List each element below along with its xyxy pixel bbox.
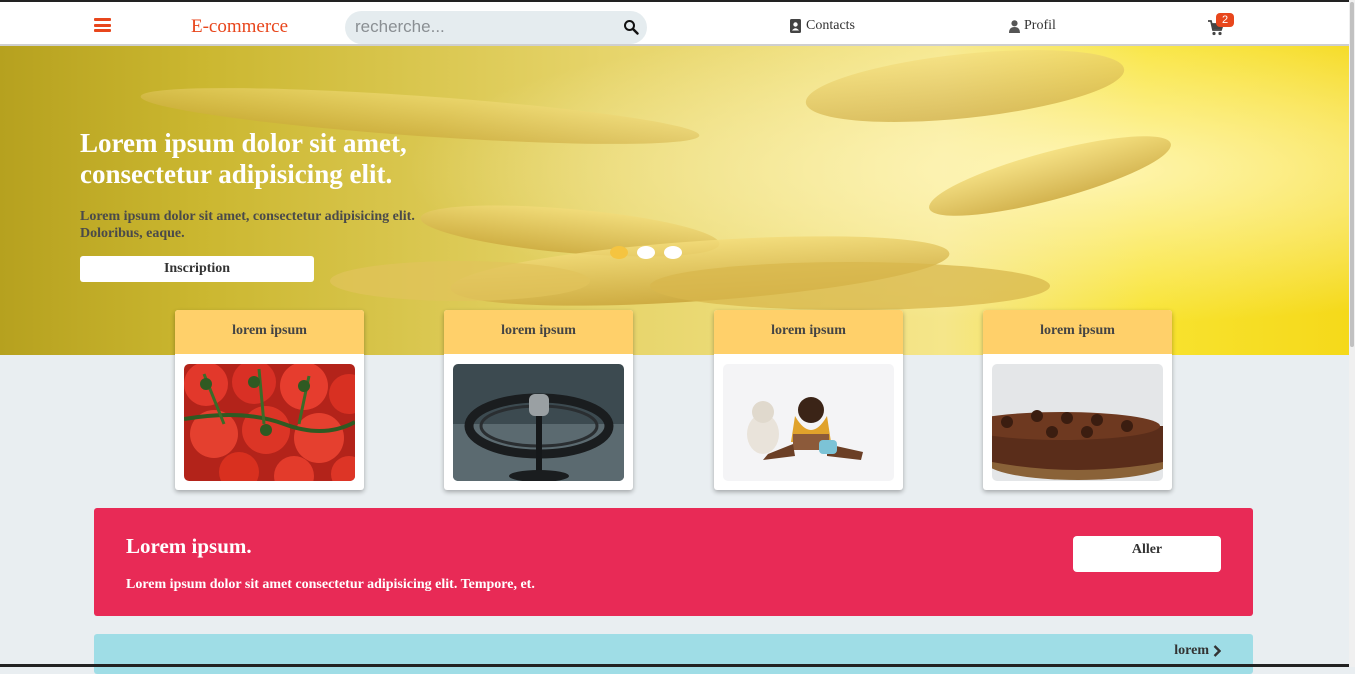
card-title: lorem ipsum [983, 310, 1172, 354]
contacts-label: Contacts [806, 18, 855, 33]
carousel-dot-3[interactable] [664, 246, 682, 259]
hero-subtitle: Lorem ipsum dolor sit amet, consectetur … [80, 209, 415, 241]
promo-text: Lorem ipsum dolor sit amet consectetur a… [126, 577, 535, 592]
lorem-link[interactable]: lorem [1174, 643, 1221, 659]
scrollbar-thumb[interactable] [1350, 2, 1354, 347]
card-title: lorem ipsum [714, 310, 903, 354]
hero-banner: Lorem ipsum dolor sit amet, consectetur … [0, 46, 1349, 355]
carousel-indicators [610, 246, 682, 259]
contacts-icon [790, 19, 801, 33]
card-title: lorem ipsum [175, 310, 364, 354]
product-card[interactable]: lorem ipsum [444, 310, 633, 490]
nav-contacts[interactable]: Contacts [789, 18, 855, 34]
cart-count-badge: 2 [1216, 13, 1234, 27]
hero-background-image [0, 46, 1349, 355]
search-input[interactable] [355, 15, 605, 39]
profil-label: Profil [1024, 18, 1056, 33]
promo-title: Lorem ipsum. [126, 534, 252, 558]
tomatoes-image [184, 364, 355, 481]
search-icon[interactable] [623, 19, 639, 35]
product-card[interactable]: lorem ipsum [175, 310, 364, 490]
lorem-link-label: lorem [1174, 643, 1209, 658]
chocolate-cake-image [992, 364, 1163, 481]
brand-logo[interactable]: E-commerce [191, 16, 288, 38]
headphones-image [453, 364, 624, 481]
user-icon [1009, 19, 1020, 33]
search-bar [345, 11, 647, 44]
top-navbar: E-commerce Contacts Profil 2 [0, 0, 1349, 46]
carousel-dot-1[interactable] [610, 246, 628, 259]
card-title: lorem ipsum [444, 310, 633, 354]
product-card[interactable]: lorem ipsum [714, 310, 903, 490]
menu-icon[interactable] [94, 18, 111, 32]
product-card[interactable]: lorem ipsum [983, 310, 1172, 490]
chevron-right-icon [1213, 645, 1221, 657]
nav-profil[interactable]: Profil [1009, 18, 1056, 34]
bottom-bar: lorem [94, 634, 1253, 674]
hero-title: Lorem ipsum dolor sit amet, consectetur … [80, 128, 407, 189]
inscription-button[interactable]: Inscription [80, 256, 314, 282]
promo-banner: Lorem ipsum. Lorem ipsum dolor sit amet … [94, 508, 1253, 616]
child-image [723, 364, 894, 481]
aller-button[interactable]: Aller [1073, 536, 1221, 572]
carousel-dot-2[interactable] [637, 246, 655, 259]
